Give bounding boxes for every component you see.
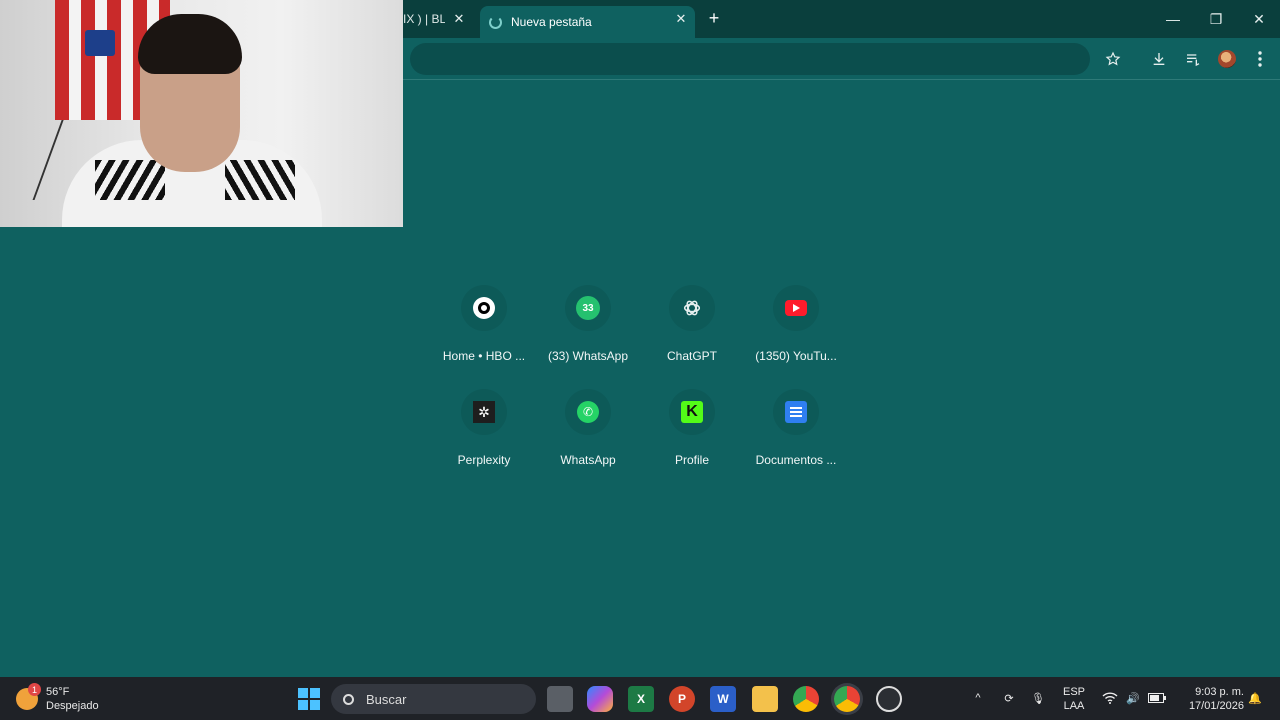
shortcut-label: Profile: [674, 453, 709, 467]
shortcut-profile[interactable]: K Profile: [646, 389, 738, 479]
shortcut-icon-bg: ✲: [461, 389, 507, 435]
minimize-icon[interactable]: —: [1162, 9, 1184, 29]
wifi-icon[interactable]: [1101, 685, 1119, 711]
notification-icon[interactable]: 🔔: [1248, 685, 1262, 711]
plus-icon: +: [708, 7, 720, 28]
word-icon[interactable]: W: [710, 686, 736, 712]
shirt-stripes: [95, 160, 165, 200]
keyboard-layout: LAA: [1063, 700, 1085, 712]
shortcut-whatsapp-33[interactable]: 33 (33) WhatsApp: [542, 285, 634, 375]
shortcut-youtube[interactable]: (1350) YouTu...: [750, 285, 842, 375]
avatar: [1218, 50, 1236, 68]
powerpoint-icon[interactable]: P: [669, 686, 695, 712]
shortcut-label: ChatGPT: [666, 349, 717, 363]
shortcut-documentos[interactable]: Documentos ...: [750, 389, 842, 479]
docs-icon: [785, 401, 807, 423]
clock-date: 17/01/2026: [1188, 700, 1244, 712]
sync-icon[interactable]: ⟳: [1000, 685, 1018, 711]
download-icon[interactable]: [1148, 48, 1170, 70]
shortcut-icon-bg: [773, 389, 819, 435]
alert-badge: 1: [28, 683, 41, 696]
shortcut-chatgpt[interactable]: ChatGPT: [646, 285, 738, 375]
moon-icon: 1: [16, 683, 41, 710]
shortcut-icon-bg: K: [669, 389, 715, 435]
search-icon: [343, 693, 354, 705]
shortcut-label: Perplexity: [457, 453, 511, 467]
restore-icon[interactable]: ❐: [1205, 9, 1227, 29]
tab-label: IX ) | BL: [403, 12, 445, 26]
weather-condition: Despejado: [46, 700, 99, 712]
system-clock[interactable]: 9:03 p. m. 17/01/2026: [1172, 685, 1244, 713]
shortcut-icon-bg: ✆: [565, 389, 611, 435]
shortcut-label: Home • HBO ...: [442, 349, 526, 363]
new-tab-button[interactable]: +: [705, 7, 723, 28]
webcam-overlay: [0, 0, 403, 227]
excel-icon[interactable]: X: [628, 686, 654, 712]
chrome-icon[interactable]: [793, 686, 819, 712]
chatgpt-icon: [683, 300, 701, 316]
shortcut-icon-bg: [461, 285, 507, 331]
obs-icon[interactable]: [876, 686, 902, 712]
menu-icon[interactable]: [1249, 48, 1271, 70]
shirt-stripes: [225, 160, 295, 200]
star-icon[interactable]: [1102, 48, 1124, 70]
reading-list-icon[interactable]: [1182, 48, 1204, 70]
start-icon[interactable]: [296, 686, 322, 712]
chevron-up-icon[interactable]: ^: [970, 685, 986, 711]
file-explorer-icon[interactable]: [752, 686, 778, 712]
close-tab-icon[interactable]: ✕: [673, 11, 689, 27]
whatsapp-badge-icon: 33: [576, 296, 600, 320]
copilot-icon[interactable]: [587, 686, 613, 712]
shortcut-whatsapp[interactable]: ✆ WhatsApp: [542, 389, 634, 479]
tab-active[interactable]: Nueva pestaña: [480, 6, 695, 38]
tab-inactive[interactable]: IX ) | BL: [403, 0, 479, 38]
language-indicator[interactable]: ESP LAA: [1060, 685, 1088, 713]
whatsapp-icon: ✆: [577, 401, 599, 423]
loading-spinner-icon: [489, 15, 502, 29]
profile-avatar[interactable]: [1216, 48, 1238, 70]
battery-icon[interactable]: [1147, 685, 1167, 711]
close-tab-icon[interactable]: ✕: [451, 11, 467, 27]
perplexity-icon: ✲: [473, 401, 495, 423]
shortcut-perplexity[interactable]: ✲ Perplexity: [438, 389, 530, 479]
shortcut-icon-bg: [773, 285, 819, 331]
search-placeholder: Buscar: [366, 691, 407, 707]
shortcut-label: WhatsApp: [560, 453, 616, 467]
address-bar[interactable]: [410, 43, 1090, 75]
shortcut-hbo[interactable]: Home • HBO ...: [438, 285, 530, 375]
shortcut-icon-bg: [669, 285, 715, 331]
shortcut-label: Documentos ...: [755, 453, 837, 467]
jersey-logo: [85, 30, 115, 56]
microphone-icon[interactable]: 🎙: [1030, 685, 1046, 711]
taskbar: 1 56°F Despejado Buscar X P W ^ ⟳ 🎙 ESP …: [0, 677, 1280, 720]
shortcut-label: (1350) YouTu...: [755, 349, 837, 363]
youtube-icon: [785, 300, 807, 316]
volume-icon[interactable]: 🔊: [1124, 685, 1142, 711]
shortcut-icon-bg: 33: [565, 285, 611, 331]
hbo-icon: [473, 297, 495, 319]
weather-temp: 56°F: [46, 686, 70, 698]
taskbar-search[interactable]: Buscar: [331, 684, 536, 714]
chrome-profile-icon[interactable]: [834, 686, 860, 712]
person-hair: [138, 14, 242, 74]
task-view-icon[interactable]: [547, 686, 573, 712]
clock-time: 9:03 p. m.: [1195, 686, 1244, 698]
language-code: ESP: [1062, 686, 1085, 698]
shortcut-label: (33) WhatsApp: [547, 349, 629, 363]
window-close-icon[interactable]: ✕: [1248, 9, 1270, 29]
tab-label: Nueva pestaña: [511, 15, 592, 29]
weather-widget[interactable]: 1 56°F Despejado: [16, 682, 126, 716]
kick-icon: K: [681, 401, 703, 423]
